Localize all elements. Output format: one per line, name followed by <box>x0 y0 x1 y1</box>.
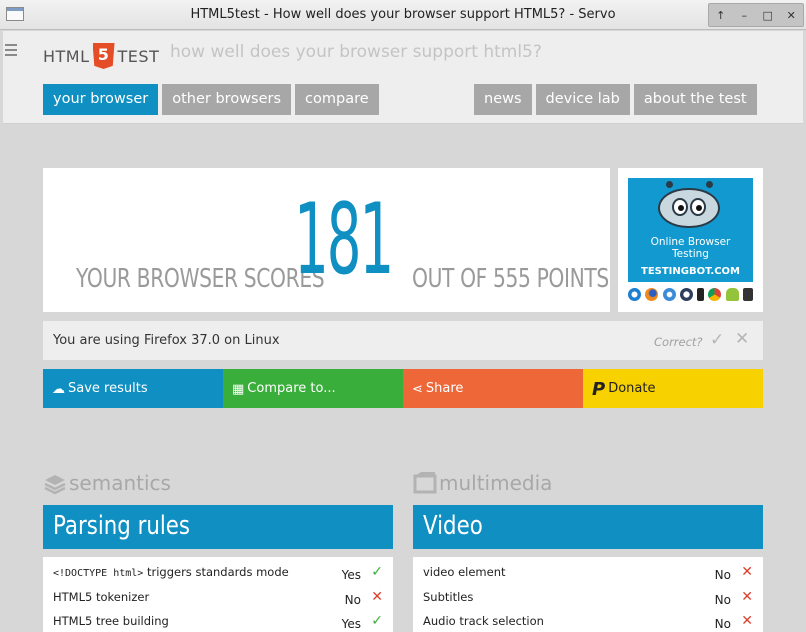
main-nav: your browser other browsers compare <box>43 84 379 115</box>
window-maximize-icon[interactable]: □ <box>759 9 777 22</box>
hamburger-menu-icon[interactable] <box>5 44 17 56</box>
cloud-upload-icon: ☁ <box>52 382 65 397</box>
tab-your-browser[interactable]: your browser <box>43 84 159 115</box>
test-result: No <box>714 592 731 607</box>
logo-text-left: HTML <box>43 46 90 66</box>
reject-cross-icon[interactable]: ✕ <box>735 329 749 349</box>
window-controls: ↑ – □ ✕ <box>708 3 804 27</box>
correct-prompt: Correct? <box>654 335 703 349</box>
ipad-icon <box>742 287 753 301</box>
test-name: video element <box>423 565 506 579</box>
window-pin-icon[interactable]: ↑ <box>712 9 730 22</box>
detected-browser-text: You are using Firefox 37.0 on Linux <box>53 333 280 348</box>
logo-text-right: TEST <box>117 46 160 66</box>
opera-icon <box>679 287 693 301</box>
test-result: No <box>714 617 731 631</box>
chrome-icon <box>708 287 722 301</box>
test-row[interactable]: video element No ✕ <box>413 557 763 582</box>
score-prefix: YOUR BROWSER SCORES <box>76 264 325 294</box>
test-name: <!DOCTYPE html> triggers standards mode <box>53 565 289 579</box>
grid-icon: ▦ <box>232 382 245 397</box>
ad-panel: Online Browser Testing TESTINGBOT.COM <box>618 168 763 312</box>
window-close-icon[interactable]: ✕ <box>782 9 800 22</box>
cross-icon: ✕ <box>741 613 753 629</box>
tab-news[interactable]: news <box>474 84 532 115</box>
ad-headline: Online Browser Testing <box>650 236 731 260</box>
action-bar: ☁ Save results ▦ Compare to... ⋖ Share P… <box>43 369 763 408</box>
tab-other-browsers[interactable]: other browsers <box>162 84 292 115</box>
cross-icon: ✕ <box>371 588 383 605</box>
html5-shield-icon: 5 <box>92 43 115 69</box>
test-result: Yes <box>341 568 361 582</box>
safari-icon <box>662 287 676 301</box>
window-minimize-icon[interactable]: – <box>735 9 753 22</box>
browser-detection-bar: You are using Firefox 37.0 on Linux Corr… <box>43 321 763 360</box>
panel-title-video: Video <box>413 505 763 549</box>
test-result: No <box>714 568 731 582</box>
save-results-button[interactable]: ☁ Save results <box>43 369 223 408</box>
layers-icon <box>44 475 66 495</box>
test-name: Subtitles <box>423 589 474 604</box>
check-icon: ✓ <box>371 564 383 580</box>
test-row[interactable]: Audio track selection No ✕ <box>413 606 763 631</box>
score-panel: YOUR BROWSER SCORES 181 OUT OF 555 POINT… <box>43 168 610 312</box>
ie-icon <box>628 287 641 301</box>
site-logo[interactable]: HTML 5 TEST <box>43 43 159 69</box>
share-icon: ⋖ <box>412 382 423 397</box>
paypal-icon: P <box>592 379 606 400</box>
robot-mascot-icon <box>658 188 720 228</box>
donate-button[interactable]: P Donate <box>583 369 763 408</box>
ad-browser-icons <box>628 284 753 304</box>
test-row[interactable]: HTML5 tokenizer No ✕ <box>43 582 393 607</box>
test-result: No <box>344 592 361 607</box>
cross-icon: ✕ <box>741 564 753 580</box>
window-title: HTML5test - How well does your browser s… <box>190 7 616 22</box>
ad-domain: TESTINGBOT.COM <box>641 266 740 277</box>
firefox-icon <box>645 287 659 301</box>
testingbot-ad[interactable]: Online Browser Testing TESTINGBOT.COM <box>628 178 753 282</box>
section-multimedia: multimedia <box>413 471 552 495</box>
iphone-icon <box>697 287 705 301</box>
site-tagline: how well does your browser support html5… <box>170 42 542 62</box>
site-header: HTML 5 TEST how well does your browser s… <box>3 31 803 124</box>
tab-compare[interactable]: compare <box>295 84 379 115</box>
tab-about-the-test[interactable]: about the test <box>633 84 757 115</box>
parsing-rules-list: <!DOCTYPE html> triggers standards mode … <box>43 557 393 632</box>
test-row[interactable]: <!DOCTYPE html> triggers standards mode … <box>43 557 393 582</box>
compare-to-button[interactable]: ▦ Compare to... <box>223 369 403 408</box>
score-value: 181 <box>294 183 394 297</box>
share-button[interactable]: ⋖ Share <box>403 369 583 408</box>
window-titlebar: HTML5test - How well does your browser s… <box>0 0 806 30</box>
test-name: HTML5 tree building <box>53 614 169 628</box>
panel-title-parsing-rules: Parsing rules <box>43 505 393 549</box>
android-icon <box>725 287 739 301</box>
test-row[interactable]: HTML5 tree building Yes ✓ <box>43 606 393 631</box>
video-list: video element No ✕ Subtitles No ✕ Audio … <box>413 557 763 632</box>
cross-icon: ✕ <box>741 588 753 605</box>
test-result: Yes <box>341 617 361 631</box>
score-suffix: OUT OF 555 POINTS <box>412 264 609 294</box>
confirm-check-icon[interactable]: ✓ <box>710 330 724 350</box>
test-row[interactable]: Subtitles No ✕ <box>413 582 763 607</box>
section-semantics: semantics <box>43 471 171 495</box>
secondary-nav: news device lab about the test <box>474 84 757 115</box>
film-icon <box>413 472 437 494</box>
tab-device-lab[interactable]: device lab <box>535 84 630 115</box>
test-name: Audio track selection <box>423 614 544 628</box>
check-icon: ✓ <box>371 613 383 629</box>
test-name: HTML5 tokenizer <box>53 589 150 604</box>
